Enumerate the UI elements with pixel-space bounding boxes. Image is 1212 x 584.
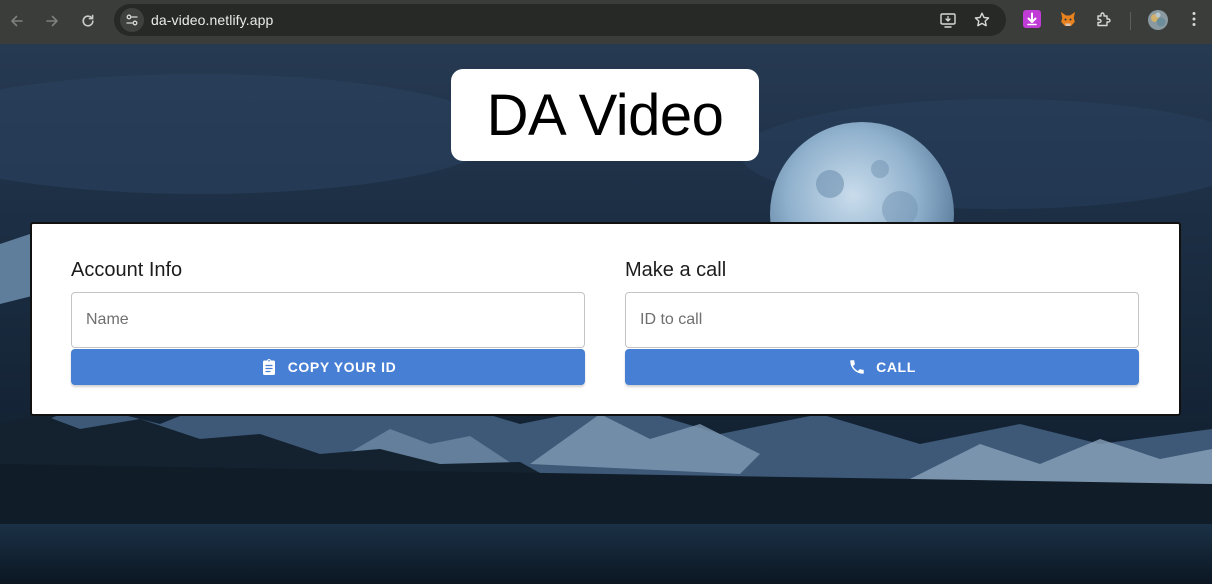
url-text[interactable]: da-video.netlify.app — [151, 12, 273, 28]
back-arrow-icon[interactable] — [4, 8, 30, 34]
call-panel: Account Info Copy Your ID Make a call Ca… — [30, 222, 1181, 416]
profile-avatar[interactable] — [1147, 9, 1169, 31]
page-background: DA Video Account Info Copy Your ID Make … — [0, 44, 1212, 584]
app-title-box: DA Video — [451, 69, 759, 161]
copy-id-button[interactable]: Copy Your ID — [71, 349, 585, 385]
metamask-fox-icon[interactable] — [1059, 10, 1077, 28]
toolbar-divider — [1130, 12, 1131, 30]
kebab-menu-icon[interactable] — [1185, 10, 1203, 28]
id-to-call-field[interactable] — [625, 292, 1139, 348]
app-title: DA Video — [486, 82, 724, 148]
name-field[interactable] — [71, 292, 585, 348]
install-app-icon[interactable] — [937, 9, 959, 31]
forward-arrow-icon[interactable] — [39, 8, 65, 34]
make-call-heading: Make a call — [625, 259, 727, 281]
tune-icon[interactable] — [120, 8, 144, 32]
browser-toolbar: da-video.netlify.app — [0, 0, 1212, 44]
account-info-heading: Account Info — [71, 259, 183, 281]
phone-icon — [848, 358, 866, 376]
star-icon[interactable] — [971, 9, 993, 31]
id-to-call-input[interactable] — [626, 293, 1138, 347]
name-input[interactable] — [72, 293, 584, 347]
clipboard-icon — [260, 358, 278, 376]
address-bar[interactable]: da-video.netlify.app — [114, 4, 1006, 36]
puzzle-icon[interactable] — [1095, 10, 1113, 28]
call-label: Call — [876, 359, 916, 375]
copy-id-label: Copy Your ID — [287, 359, 397, 375]
reload-icon[interactable] — [75, 8, 101, 34]
download-extension-icon[interactable] — [1023, 10, 1041, 28]
call-button[interactable]: Call — [625, 349, 1139, 385]
